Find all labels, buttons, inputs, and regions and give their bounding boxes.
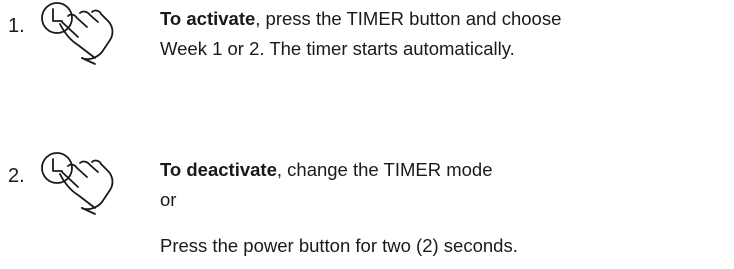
instruction-page: 1. To activate, press the TIMER button a… — [0, 0, 734, 269]
step-1-line-2: Week 1 or 2. The timer starts automatica… — [160, 38, 515, 59]
step-2-line-2: or — [160, 189, 177, 210]
step-2-line-3: Press the power button for two (2) secon… — [160, 235, 518, 256]
timer-hand-press-icon — [38, 0, 120, 68]
step-2-number: 2. — [8, 165, 25, 187]
step-1-line-1: To activate, press the TIMER button and … — [160, 5, 561, 32]
step-2-line-1: To deactivate, change the TIMER mode — [160, 156, 492, 183]
step-2-lead: To deactivate — [160, 159, 277, 180]
timer-hand-press-icon — [38, 150, 120, 218]
step-1-line-1-rest: , press the TIMER button and choose — [255, 8, 562, 29]
step-1-lead: To activate — [160, 8, 256, 29]
step-1-number: 1. — [8, 15, 25, 37]
step-2-line-1-rest: , change the TIMER mode — [276, 159, 493, 180]
